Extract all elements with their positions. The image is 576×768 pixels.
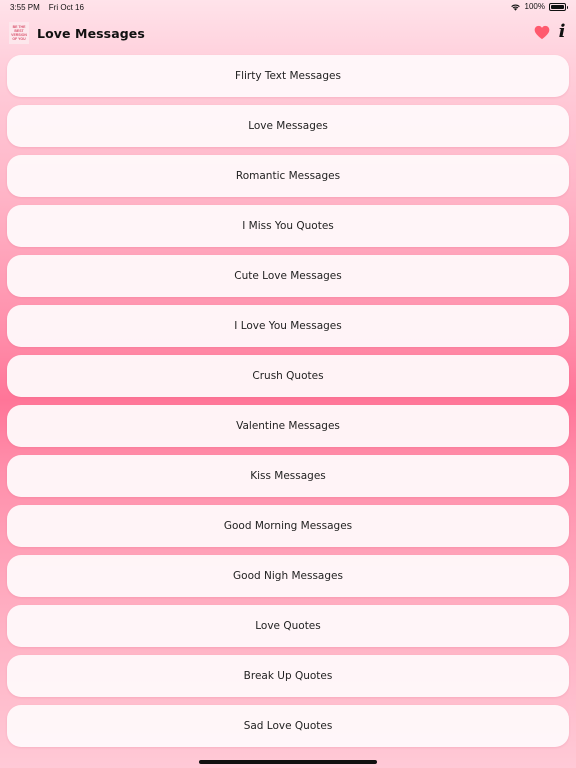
menu-item-i-love-you-messages[interactable]: I Love You Messages [7, 305, 569, 347]
battery-percent: 100% [524, 2, 545, 11]
home-indicator[interactable] [199, 760, 377, 764]
menu-item-cute-love-messages[interactable]: Cute Love Messages [7, 255, 569, 297]
status-left: 3:55 PM Fri Oct 16 [10, 3, 84, 12]
menu-item-romantic-messages[interactable]: Romantic Messages [7, 155, 569, 197]
menu-item-love-messages[interactable]: Love Messages [7, 105, 569, 147]
menu-item-break-up-quotes[interactable]: Break Up Quotes [7, 655, 569, 697]
nav-bar: BE THE BEST VERSION OF YOU Love Messages… [0, 14, 576, 54]
heart-icon[interactable] [534, 25, 550, 40]
battery-icon [549, 2, 568, 11]
logo-line: OF YOU [12, 37, 26, 41]
menu-list: Flirty Text Messages Love Messages Roman… [7, 55, 569, 755]
menu-item-kiss-messages[interactable]: Kiss Messages [7, 455, 569, 497]
info-icon[interactable]: i [556, 22, 568, 42]
menu-item-flirty-text-messages[interactable]: Flirty Text Messages [7, 55, 569, 97]
menu-item-crush-quotes[interactable]: Crush Quotes [7, 355, 569, 397]
menu-item-i-miss-you-quotes[interactable]: I Miss You Quotes [7, 205, 569, 247]
status-date: Fri Oct 16 [48, 3, 84, 12]
battery-fill [551, 4, 564, 9]
wifi-icon [510, 3, 520, 11]
app-logo: BE THE BEST VERSION OF YOU [9, 22, 29, 44]
menu-item-good-morning-messages[interactable]: Good Morning Messages [7, 505, 569, 547]
menu-item-valentine-messages[interactable]: Valentine Messages [7, 405, 569, 447]
status-right: 100% [510, 2, 568, 11]
menu-item-sad-love-quotes[interactable]: Sad Love Quotes [7, 705, 569, 747]
status-bar: 3:55 PM Fri Oct 16 100% [0, 0, 576, 14]
menu-item-love-quotes[interactable]: Love Quotes [7, 605, 569, 647]
menu-item-good-night-messages[interactable]: Good Nigh Messages [7, 555, 569, 597]
page-title: Love Messages [37, 26, 145, 41]
status-time: 3:55 PM [10, 3, 40, 12]
